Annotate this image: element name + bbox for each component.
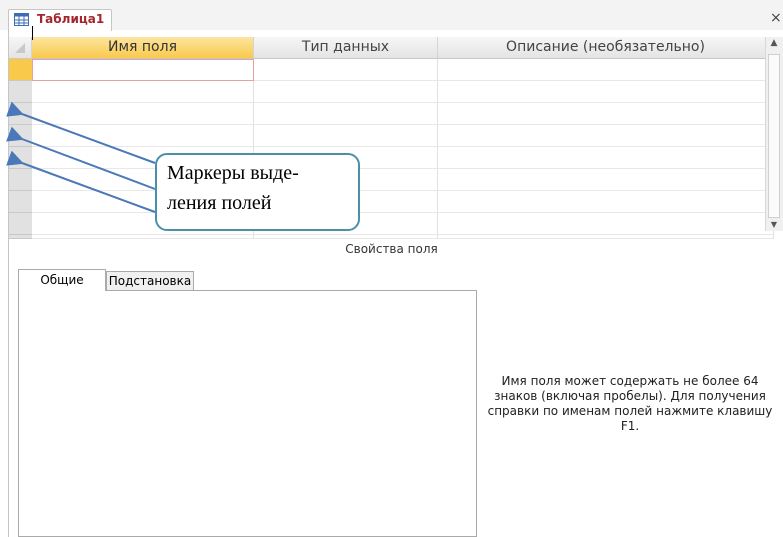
corner-triangle-icon <box>15 43 25 53</box>
cell-field-name[interactable] <box>32 103 254 125</box>
tab-general[interactable]: Общие <box>18 269 106 291</box>
cell-description[interactable] <box>438 213 774 235</box>
row-selector[interactable] <box>9 213 32 235</box>
properties-panel <box>18 290 477 537</box>
row-selector[interactable] <box>9 235 32 239</box>
text-caret <box>32 26 33 40</box>
field-design-grid: Имя поля Тип данных Описание (необязател… <box>9 37 783 239</box>
cell-description[interactable] <box>438 81 774 103</box>
cell-description[interactable] <box>438 147 774 169</box>
callout-line-2: ления полей <box>167 192 272 214</box>
row-selector[interactable] <box>9 81 32 103</box>
tab-lookup[interactable]: Подстановка <box>106 271 194 291</box>
table-icon <box>14 13 29 26</box>
row-selector[interactable] <box>9 59 32 81</box>
document-tab-bar <box>0 0 783 30</box>
cell-description[interactable] <box>438 169 774 191</box>
cell-field-name[interactable] <box>32 235 254 239</box>
cell-data-type[interactable] <box>254 235 438 239</box>
row-selector[interactable] <box>9 125 32 147</box>
callout-text: Маркеры выде-ления полей <box>167 158 348 218</box>
cell-field-name[interactable] <box>32 81 254 103</box>
scrollbar-thumb[interactable] <box>768 54 780 218</box>
cell-description[interactable] <box>438 191 774 213</box>
active-field-name-cell[interactable] <box>32 59 254 81</box>
column-header-description[interactable]: Описание (необязательно) <box>438 37 774 59</box>
cell-field-name[interactable] <box>32 125 254 147</box>
column-header-data-type[interactable]: Тип данных <box>254 37 438 59</box>
close-icon[interactable]: × <box>770 10 782 26</box>
cell-description[interactable] <box>438 235 774 239</box>
document-tab[interactable]: Таблица1 <box>8 9 112 31</box>
cell-data-type[interactable] <box>254 125 438 147</box>
cell-description[interactable] <box>438 103 774 125</box>
row-selector[interactable] <box>9 103 32 125</box>
row-selector[interactable] <box>9 169 32 191</box>
cell-data-type[interactable] <box>254 103 438 125</box>
scroll-down-icon[interactable]: ▼ <box>766 220 782 232</box>
cell-data-type[interactable] <box>254 59 438 81</box>
annotation-callout: Маркеры выде-ления полей <box>155 153 360 231</box>
select-all-corner[interactable] <box>9 37 32 59</box>
cell-data-type[interactable] <box>254 81 438 103</box>
cell-description[interactable] <box>438 59 774 81</box>
row-selector[interactable] <box>9 147 32 169</box>
document-tab-title: Таблица1 <box>37 12 105 26</box>
field-help-text: Имя поля может содержать не более 64 зна… <box>487 374 773 433</box>
field-properties-title: Свойства поля <box>345 242 438 256</box>
callout-line-1: Маркеры выде- <box>167 162 299 184</box>
scroll-up-icon[interactable]: ▲ <box>766 38 782 52</box>
column-header-field-name[interactable]: Имя поля <box>32 37 254 59</box>
cell-description[interactable] <box>438 125 774 147</box>
row-selector[interactable] <box>9 191 32 213</box>
